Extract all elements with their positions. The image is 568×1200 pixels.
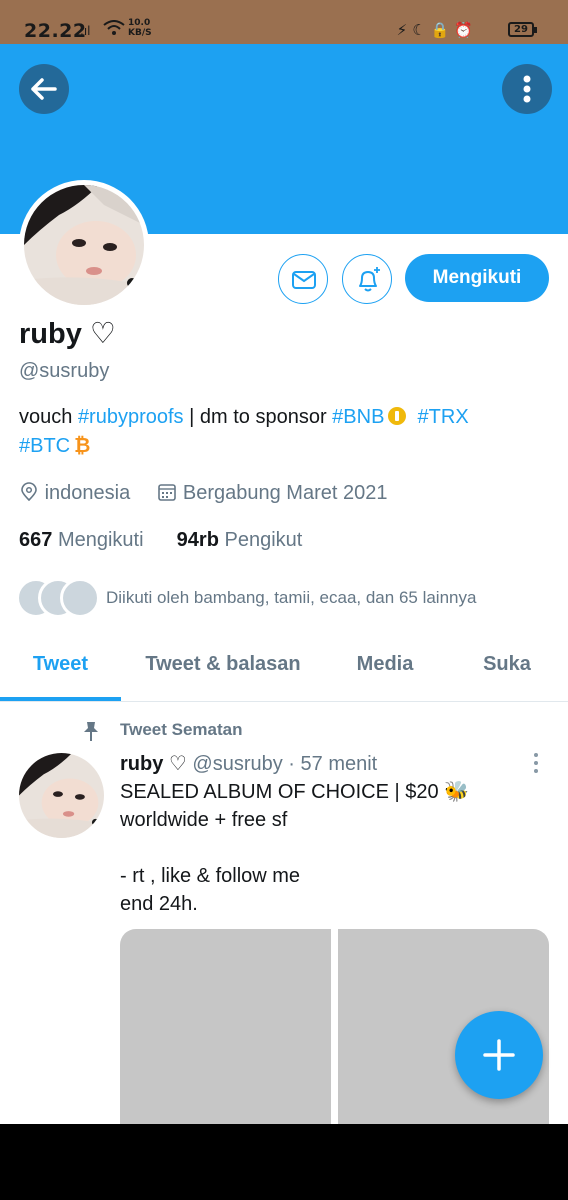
display-name: ruby ♡ — [19, 318, 116, 350]
calendar-icon — [158, 484, 177, 501]
bnb-coin-icon — [388, 407, 407, 425]
back-arrow-icon — [31, 78, 57, 100]
followers-link[interactable]: 94rb Pengikut — [177, 529, 303, 551]
tab-likes[interactable]: Suka — [462, 640, 552, 700]
tweet-author-avatar[interactable] — [19, 753, 104, 838]
username: @susruby — [19, 360, 110, 382]
avatar-photo — [24, 185, 144, 305]
status-icons: ⚡☾🔒⏰ — [396, 21, 478, 39]
tab-tweet[interactable]: Tweet — [0, 640, 121, 700]
hashtag-link[interactable]: #BNB — [332, 406, 384, 428]
wifi-icon — [103, 20, 125, 35]
compose-tweet-button[interactable] — [455, 1011, 543, 1099]
tweet-header: ruby ♡ @susruby · 57 menit — [120, 750, 377, 778]
active-tab-indicator — [0, 697, 121, 701]
tweet-options-icon[interactable] — [527, 752, 545, 774]
profile-avatar[interactable] — [19, 180, 149, 310]
following-button[interactable]: Mengikuti — [405, 254, 549, 302]
message-button[interactable] — [278, 254, 328, 304]
speed-unit: KB/S — [128, 28, 152, 38]
pin-icon — [84, 722, 98, 741]
back-button[interactable] — [19, 64, 69, 114]
bell-plus-icon — [359, 267, 380, 292]
hashtag-link[interactable]: #TRX — [418, 406, 469, 428]
speed-value: 10.0 — [128, 18, 151, 28]
followed-by-text: Diikuti oleh bambang, tamii, ecaa, dan 6… — [106, 588, 477, 607]
battery-icon: 29 — [508, 22, 537, 37]
followed-by-row[interactable]: Diikuti oleh bambang, tamii, ecaa, dan 6… — [16, 578, 556, 618]
system-navigation-bar — [0, 1124, 568, 1200]
hashtag-link[interactable]: #rubyproofs — [78, 406, 184, 428]
mail-icon — [292, 271, 316, 289]
tab-tweet-replies[interactable]: Tweet & balasan — [128, 640, 318, 700]
network-speed: 10.0 KB/S — [128, 18, 152, 38]
plus-icon — [483, 1039, 515, 1071]
followers-label: Pengikut — [224, 529, 303, 551]
media-image[interactable] — [120, 929, 331, 1129]
profile-tabs: Tweet Tweet & balasan Media Suka — [0, 640, 568, 702]
more-options-button[interactable] — [502, 64, 552, 114]
tab-media[interactable]: Media — [335, 640, 435, 700]
following-count: 667 — [19, 529, 53, 551]
followers-count: 94rb — [176, 529, 219, 551]
tweet-author-handle: @susruby — [192, 753, 283, 775]
status-bar: 22.22 .ıl 10.0 KB/S ⚡☾🔒⏰ 29 — [0, 0, 568, 44]
bitcoin-icon: ₿ — [74, 435, 91, 457]
bio-text: vouch — [19, 406, 78, 428]
location-pin-icon — [21, 482, 37, 502]
vertical-dots-icon — [523, 75, 531, 103]
notification-button[interactable] — [342, 254, 392, 304]
joined-date: Bergabung Maret 2021 — [182, 482, 388, 504]
following-label: Mengikuti — [57, 529, 144, 551]
following-link[interactable]: 667 Mengikuti — [19, 529, 144, 551]
tweet-author-name[interactable]: ruby ♡ — [120, 753, 187, 775]
pinned-label: Tweet Sematan — [120, 720, 243, 739]
tweet-text: SEALED ALBUM OF CHOICE | $20 🐝 worldwide… — [120, 781, 470, 915]
status-time: 22.22 — [24, 20, 87, 42]
profile-meta: indonesia Bergabung Maret 2021 — [19, 479, 387, 507]
follow-counts: 667 Mengikuti 94rb Pengikut — [19, 526, 302, 554]
signal-icon: .ıl — [80, 24, 91, 38]
bio-text: | dm to sponsor — [183, 406, 333, 428]
profile-bio: vouch #rubyproofs | dm to sponsor #BNB #… — [19, 403, 549, 461]
hashtag-link[interactable]: #BTC — [19, 435, 70, 457]
tweet-time: · 57 menit — [288, 753, 378, 775]
location-text: indonesia — [44, 482, 131, 504]
follower-avatar — [60, 578, 100, 618]
